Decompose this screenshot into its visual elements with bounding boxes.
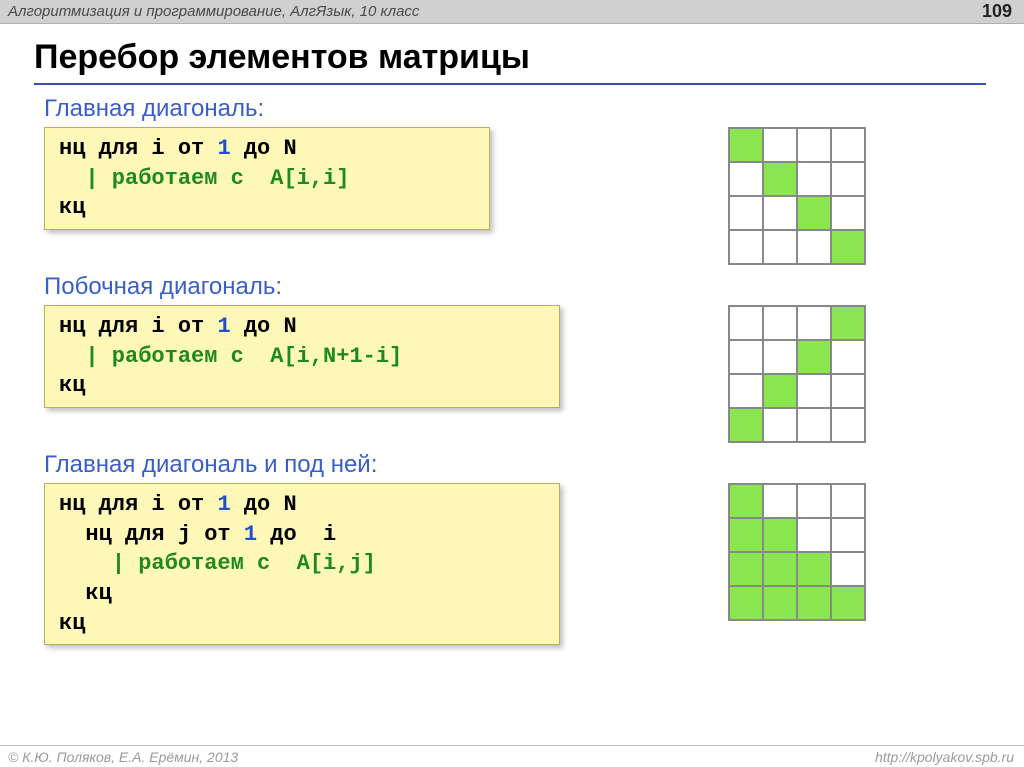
grid-cell <box>763 128 797 162</box>
grid-cell <box>729 518 763 552</box>
grid-cell <box>797 552 831 586</box>
grid-cell <box>797 374 831 408</box>
footer-bar: © К.Ю. Поляков, Е.А. Ерёмин, 2013 http:/… <box>0 745 1024 767</box>
grid-cell <box>763 552 797 586</box>
breadcrumb: Алгоритмизация и программирование, АлгЯз… <box>8 3 419 20</box>
grid-cell <box>729 230 763 264</box>
grid-cell <box>831 306 865 340</box>
section-heading: Главная диагональ: <box>44 95 1024 123</box>
grid-cell <box>729 306 763 340</box>
source-url: http://kpolyakov.spb.ru <box>875 749 1014 765</box>
matrix-grid <box>728 127 866 265</box>
grid-cell <box>797 340 831 374</box>
grid-cell <box>763 374 797 408</box>
grid-cell <box>797 586 831 620</box>
grid-cell <box>797 230 831 264</box>
grid-cell <box>763 484 797 518</box>
section: Главная диагональ и под ней: нц для i от … <box>44 451 1024 645</box>
grid-cell <box>831 484 865 518</box>
grid-cell <box>729 128 763 162</box>
grid-cell <box>763 340 797 374</box>
grid-cell <box>729 586 763 620</box>
grid-cell <box>763 162 797 196</box>
grid-cell <box>797 306 831 340</box>
grid-cell <box>729 374 763 408</box>
grid-cell <box>797 128 831 162</box>
grid-cell <box>797 484 831 518</box>
section-row: нц для i от 1 до N нц для j от 1 до i | … <box>44 483 1024 645</box>
section: Главная диагональ: нц для i от 1 до N | р… <box>44 95 1024 265</box>
grid-cell <box>831 518 865 552</box>
code-block: нц для i от 1 до N нц для j от 1 до i | … <box>44 483 560 645</box>
grid-cell <box>729 196 763 230</box>
grid-cell <box>763 306 797 340</box>
grid-cell <box>831 196 865 230</box>
grid-cell <box>729 484 763 518</box>
grid-cell <box>831 374 865 408</box>
grid-cell <box>831 230 865 264</box>
section: Побочная диагональ: нц для i от 1 до N | … <box>44 273 1024 443</box>
grid-cell <box>831 408 865 442</box>
section-row: нц для i от 1 до N | работаем с A[i,i] к… <box>44 127 1024 265</box>
grid-cell <box>831 162 865 196</box>
grid-cell <box>763 196 797 230</box>
page-number: 109 <box>982 1 1012 22</box>
grid-cell <box>797 518 831 552</box>
grid-cell <box>763 586 797 620</box>
grid-cell <box>797 162 831 196</box>
grid-cell <box>763 518 797 552</box>
grid-cell <box>729 552 763 586</box>
matrix-grid <box>728 305 866 443</box>
grid-cell <box>831 340 865 374</box>
grid-cell <box>763 408 797 442</box>
page-title: Перебор элементов матрицы <box>0 24 1024 83</box>
code-block: нц для i от 1 до N | работаем с A[i,i] к… <box>44 127 490 230</box>
grid-cell <box>831 552 865 586</box>
section-heading: Побочная диагональ: <box>44 273 1024 301</box>
grid-cell <box>797 196 831 230</box>
copyright: © К.Ю. Поляков, Е.А. Ерёмин, 2013 <box>8 749 238 765</box>
grid-cell <box>763 230 797 264</box>
code-block: нц для i от 1 до N | работаем с A[i,N+1-… <box>44 305 560 408</box>
header-bar: Алгоритмизация и программирование, АлгЯз… <box>0 0 1024 24</box>
section-heading: Главная диагональ и под ней: <box>44 451 1024 479</box>
grid-cell <box>797 408 831 442</box>
grid-cell <box>729 162 763 196</box>
section-row: нц для i от 1 до N | работаем с A[i,N+1-… <box>44 305 1024 443</box>
grid-cell <box>729 340 763 374</box>
grid-cell <box>831 128 865 162</box>
content-area: Главная диагональ: нц для i от 1 до N | р… <box>0 85 1024 645</box>
grid-cell <box>831 586 865 620</box>
matrix-grid <box>728 483 866 621</box>
grid-cell <box>729 408 763 442</box>
